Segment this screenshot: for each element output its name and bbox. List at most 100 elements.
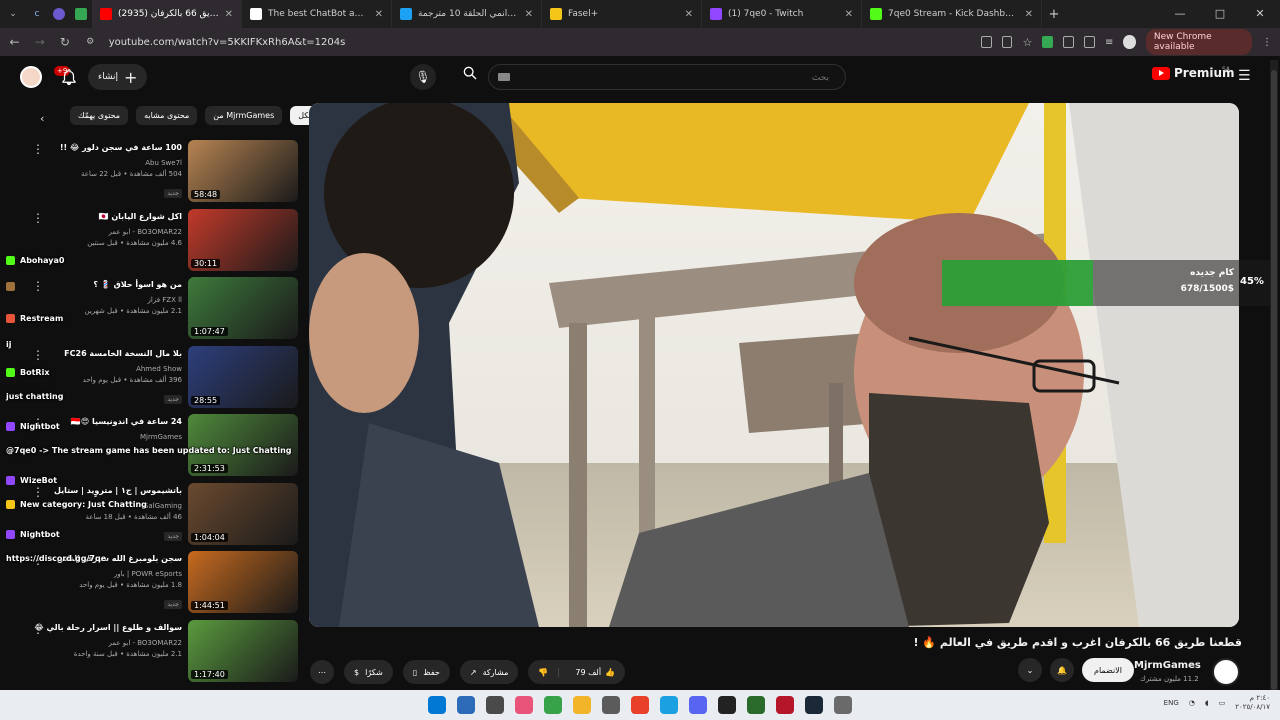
taskbar-app-icon[interactable] (834, 696, 852, 714)
chevron-left-icon[interactable]: ‹ (40, 112, 44, 125)
bookmark-star-icon[interactable]: ☆ (1022, 36, 1032, 49)
video-thumbnail[interactable]: 30:11 (188, 208, 298, 271)
browser-tab[interactable]: قطعنا طريق 66 بالكرفان (2935) ✕ (92, 0, 242, 28)
tab-close-icon[interactable]: ✕ (845, 9, 853, 20)
tab-favicon-pinned-3[interactable] (70, 5, 92, 24)
keyboard-icon[interactable] (498, 73, 510, 81)
tab-close-icon[interactable]: ✕ (525, 9, 533, 20)
related-video-item[interactable]: 1:17:40 سوالف و طلوع || اسرار رحلة بالي 😂… (0, 619, 300, 684)
taskbar-app-icon[interactable] (718, 696, 736, 714)
related-video-item[interactable]: 58:48 100 ساعة في سجن دلور 😂 !! Abu Swe7l 5… (0, 140, 300, 204)
channel-name[interactable]: Abu Swe7l (32, 158, 182, 169)
save-button[interactable]: ▯ حفظ (402, 660, 450, 684)
taskbar-app-icon[interactable] (573, 696, 591, 714)
puzzle-icon[interactable] (1084, 36, 1096, 48)
taskbar-app-icon[interactable] (660, 696, 678, 714)
browser-tab[interactable]: Fasel+ ✕ (542, 0, 702, 28)
video-menu-icon[interactable]: ⋮ (32, 211, 44, 225)
taskbar-app-icon[interactable] (776, 696, 794, 714)
account-avatar[interactable] (20, 66, 42, 88)
filter-chip[interactable]: من MjrmGames (205, 106, 283, 125)
new-tab-button[interactable]: + (1042, 7, 1066, 22)
media-control-icon[interactable]: ≡ (1105, 37, 1113, 48)
battery-icon[interactable]: ▭ (1219, 699, 1226, 707)
tab-favicon-pinned-2[interactable] (48, 5, 70, 24)
video-menu-icon[interactable]: ⋮ (32, 142, 44, 156)
taskbar-app-icon[interactable] (457, 696, 475, 714)
video-title[interactable]: من هو اسوأ حلاق 💈 ؟ (32, 279, 182, 291)
channel-name[interactable]: FZX ll فزاز (32, 295, 183, 306)
taskbar-app-icon[interactable] (805, 696, 823, 714)
cast-icon[interactable] (980, 36, 992, 48)
tab-close-icon[interactable]: ✕ (685, 9, 693, 20)
site-info-icon[interactable]: ⚙ (84, 37, 97, 47)
thanks-button[interactable]: $ شكرًا (344, 660, 393, 684)
taskbar-app-icon[interactable] (544, 696, 562, 714)
tab-search-icon[interactable]: ⌄ (0, 9, 26, 19)
search-icon[interactable] (452, 64, 488, 90)
channel-name[interactable]: Ahmed Show (32, 364, 182, 375)
video-menu-icon[interactable]: ⋮ (32, 279, 44, 293)
video-title[interactable]: باتشيموس | ج١ | متروید | ستايل بكسل واصع… (32, 485, 182, 497)
video-title[interactable]: بلا مال النسخة الخامسة FC26 (32, 348, 182, 360)
search-input[interactable] (489, 66, 845, 90)
shield-icon[interactable] (1063, 36, 1075, 48)
reload-icon[interactable]: ↻ (58, 35, 71, 49)
video-menu-icon[interactable]: ⋮ (32, 348, 44, 362)
tab-favicon-pinned[interactable]: c (26, 9, 48, 19)
video-thumbnail[interactable]: 28:55 (188, 345, 298, 408)
join-button[interactable]: الانضمام (1082, 658, 1134, 682)
video-title[interactable]: اكل شوارع اليابان 🇯🇵 (32, 211, 182, 223)
chrome-menu-icon[interactable]: ⋮ (1262, 37, 1272, 48)
taskbar-app-icon[interactable] (631, 696, 649, 714)
scrollbar-thumb[interactable] (1271, 70, 1277, 690)
video-thumbnail[interactable]: 1:17:40 (188, 619, 298, 682)
browser-tab[interactable]: The best ChatBot and Widgets ✕ (242, 0, 392, 28)
notifications-bell-icon[interactable] (60, 68, 78, 86)
browser-tab[interactable]: (1) 7qe0 - Twitch ✕ (702, 0, 862, 28)
microphone-icon[interactable]: 🎙 (410, 64, 436, 90)
tab-close-icon[interactable]: ✕ (1025, 9, 1033, 20)
video-thumbnail[interactable]: 58:48 (188, 140, 298, 202)
tab-close-icon[interactable]: ✕ (375, 9, 383, 20)
back-icon[interactable]: ← (8, 35, 21, 49)
like-button[interactable]: 79 ألف 👍 (565, 668, 625, 677)
channel-name[interactable]: MjrmGames (32, 432, 182, 443)
taskbar-app-icon[interactable] (747, 696, 765, 714)
subscribe-dropdown-chevron-icon[interactable]: ⌄ (1018, 658, 1042, 682)
forward-icon[interactable]: → (33, 35, 46, 49)
language-indicator[interactable]: ENG (1164, 699, 1179, 707)
channel-name[interactable]: BO3OMAR22 - ابو عمر (32, 227, 182, 238)
page-scrollbar[interactable] (1270, 60, 1278, 690)
volume-icon[interactable]: ◖ (1205, 699, 1209, 707)
channel-name[interactable]: MjrmGames (1134, 660, 1201, 671)
video-menu-icon[interactable]: ⋮ (32, 622, 44, 636)
new-chrome-button[interactable]: New Chrome available (1145, 29, 1252, 55)
taskbar-app-icon[interactable] (602, 696, 620, 714)
video-thumbnail[interactable]: 2:31:53 (188, 414, 298, 476)
filter-chip[interactable]: محتوى يهمّك (70, 106, 129, 125)
channel-avatar[interactable] (1212, 658, 1240, 686)
taskbar-app-icon[interactable] (515, 696, 533, 714)
browser-tab[interactable]: 7qe0 Stream - Kick Dashboard ✕ (862, 0, 1042, 28)
channel-name[interactable]: BO3OMAR22 - ابو عمر (32, 638, 182, 649)
video-thumbnail[interactable]: 1:07:47 (188, 277, 298, 339)
extension-icon[interactable] (1042, 36, 1054, 48)
tab-close-icon[interactable]: ✕ (225, 9, 233, 20)
video-player[interactable] (309, 103, 1239, 627)
taskbar-app-icon[interactable] (689, 696, 707, 714)
taskbar-app-icon[interactable] (428, 696, 446, 714)
clock[interactable]: ٢:٤٠ م ٢٠٢٥/٠٨/١٧ (1235, 694, 1270, 712)
url-field[interactable]: youtube.com/watch?v=5KKIFKxRh6A&t=1204s (109, 37, 969, 48)
wifi-icon[interactable]: ◔ (1189, 699, 1195, 707)
maximize-button[interactable]: □ (1200, 0, 1240, 28)
video-title[interactable]: 100 ساعة في سجن دلور 😂 !! (32, 142, 182, 154)
translate-icon[interactable] (1001, 36, 1013, 48)
video-thumbnail[interactable]: 1:44:51 (188, 551, 298, 613)
channel-name[interactable]: POWR eSports | باور (32, 569, 182, 580)
create-button[interactable]: إنشاء + (88, 64, 148, 90)
guide-menu-icon[interactable]: ☰ (1238, 68, 1251, 84)
filter-chip[interactable]: محتوى مشابه (136, 106, 198, 125)
video-menu-icon[interactable]: ⋮ (32, 485, 44, 499)
taskbar-app-icon[interactable] (486, 696, 504, 714)
